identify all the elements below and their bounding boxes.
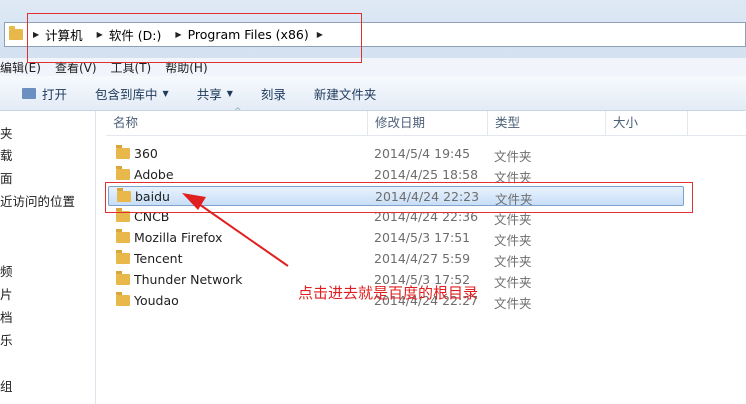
annotation-text: 点击进去就是百度的根目录 bbox=[298, 284, 479, 302]
annotation-arrow-icon bbox=[182, 193, 289, 267]
